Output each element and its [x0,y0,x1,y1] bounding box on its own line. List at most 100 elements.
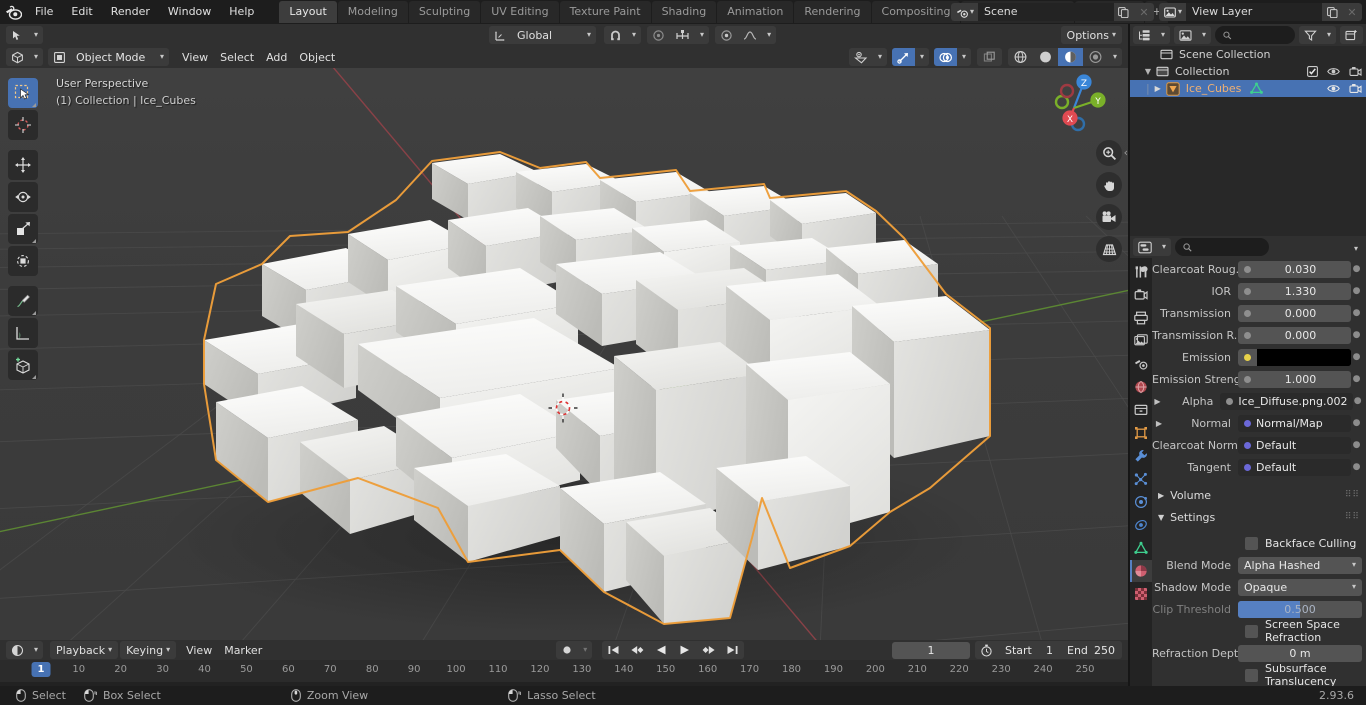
snap-chevron-down-icon[interactable]: ▾ [627,26,641,44]
workspace-tab-texture-paint[interactable]: Texture Paint [559,1,651,23]
tangent-link-field[interactable]: Default [1238,458,1351,476]
setting-row-refraction-depth[interactable]: Refraction Depth 0 m [1152,642,1366,664]
snap-increment-icon[interactable] [670,26,695,44]
outliner-search-input[interactable] [1215,26,1295,44]
rendered-shading-icon[interactable] [1083,48,1108,66]
property-value[interactable]: Default [1256,461,1345,474]
menu-render[interactable]: Render [102,3,159,21]
texture-tab[interactable] [1130,583,1152,605]
animate-property-icon[interactable]: ● [1351,462,1362,472]
pan-view-button[interactable] [1096,172,1122,198]
viewport-menu-view[interactable]: View [176,48,214,66]
mesh-data-icon[interactable] [1250,82,1264,95]
xray-icon[interactable] [976,48,1002,66]
duplicate-icon[interactable] [1322,3,1342,21]
outliner-filter-chevron-down-icon[interactable]: ▾ [1322,26,1336,44]
panel-header-volume[interactable]: ▶ Volume ⠿⠿ [1152,484,1366,506]
camera-icon[interactable] [1349,66,1362,77]
viewport-menu-select[interactable]: Select [214,48,260,66]
transport-controls[interactable] [602,641,745,659]
property-value[interactable]: Default [1256,439,1345,452]
menu-help[interactable]: Help [220,3,263,21]
tool-tab[interactable] [1130,261,1152,283]
shading-chevron-down-icon[interactable]: ▾ [1108,48,1122,66]
workspace-tab-shading[interactable]: Shading [651,1,717,23]
render-tab[interactable] [1130,284,1152,306]
world-tab[interactable] [1130,376,1152,398]
setting-row-clip-threshold[interactable]: Clip Threshold 0.500 [1152,598,1366,620]
play-reverse-button[interactable] [650,641,673,659]
particles-tab[interactable] [1130,468,1152,490]
property-row-alpha[interactable]: ▶ Alpha Ice_Diffuse.png.002 ● [1152,390,1366,412]
menu-file[interactable]: File [26,3,62,21]
property-value-field[interactable]: 0.030 [1238,260,1351,278]
modifier-tab[interactable] [1130,445,1152,467]
setting-row-blend-mode[interactable]: Blend Mode Alpha Hashed ▾ [1152,554,1366,576]
cursor-tool[interactable] [8,110,38,140]
end-frame-value[interactable]: 250 [1094,644,1115,657]
clip-threshold-slider[interactable]: 0.500 [1238,600,1362,618]
gizmo-chevron-down-icon[interactable]: ▾ [915,48,929,66]
transform-orientation-dropdown[interactable]: Global ▾ [489,26,597,44]
toggle-perspective-button[interactable] [1096,236,1122,262]
property-value[interactable]: Normal/Map [1256,417,1345,430]
outliner-row-collection[interactable]: ▼ Collection [1130,63,1366,80]
disclosure-triangle-down-icon[interactable]: ▼ [1130,67,1156,76]
disclosure-triangle-right-icon[interactable]: ▶ [1150,84,1166,93]
overlays-icon[interactable] [933,48,957,66]
jump-to-prev-keyframe-button[interactable] [625,641,650,659]
setting-row-shadow-mode[interactable]: Shadow Mode Opaque ▾ [1152,576,1366,598]
panel-grip-icon[interactable]: ⠿⠿ [1345,512,1360,521]
overlays-group[interactable]: ▾ [933,48,971,66]
scene-icon[interactable]: ▾ [950,3,978,21]
tool-chevron-down-icon[interactable]: ▾ [29,26,43,44]
auto-keying-group[interactable]: ▾ [556,641,593,659]
timeline-menu-marker[interactable]: Marker [218,641,268,659]
panel-grip-icon[interactable]: ⠿⠿ [1345,490,1360,499]
outliner-row-ice-cubes[interactable]: | ▶ Ice_Cubes [1130,80,1366,97]
duplicate-icon[interactable] [1113,3,1134,21]
properties-content[interactable]: Clearcoat 0.000 ● Clearcoat Roug... 0.03… [1152,258,1366,686]
collection-tab[interactable] [1130,399,1152,421]
properties-search-field[interactable] [1197,240,1261,254]
output-tab[interactable] [1130,307,1152,329]
animate-property-icon[interactable]: ● [1351,264,1362,274]
checkbox-icon[interactable] [1307,66,1318,77]
move-tool[interactable] [8,150,38,180]
viewport-menu-object[interactable]: Object [293,48,341,66]
subsurface-translucency-checkbox[interactable] [1245,668,1258,682]
record-dot-icon[interactable] [556,641,578,659]
properties-options-chevron-down-icon[interactable]: ▾ [1354,241,1363,254]
viewport-menu-add[interactable]: Add [260,48,293,66]
id-type-icon[interactable] [1174,26,1197,44]
shading-mode-group[interactable]: ▾ [1007,48,1122,66]
property-row-emission[interactable]: Emission ● [1152,346,1366,368]
editor-type-dropdown[interactable]: ▾ [6,48,44,66]
refraction-depth-field[interactable]: 0 m [1238,644,1362,662]
material-preview-shading-icon[interactable] [1057,48,1083,66]
property-value[interactable]: 0.030 [1256,263,1345,276]
property-row-normal[interactable]: ▶ Normal Normal/Map ● [1152,412,1366,434]
refraction-depth-value[interactable]: 0 m [1244,647,1356,660]
outliner-filter-id-dropdown[interactable]: ▾ [1174,26,1212,44]
active-tool-icon[interactable] [6,26,29,44]
property-value[interactable]: 0.000 [1256,329,1345,342]
outliner-display-chevron-down-icon[interactable]: ▾ [1156,26,1170,44]
object-data-tab[interactable] [1130,537,1152,559]
property-row-tangent[interactable]: Tangent Default ● [1152,456,1366,478]
solid-shading-icon[interactable] [1033,48,1058,66]
mode-label[interactable]: Object Mode [71,48,155,66]
proportional-icon[interactable] [647,26,670,44]
view-layer-name-field[interactable]: View Layer [1186,3,1322,21]
transform-tool[interactable] [8,246,38,276]
panel-collapse-triangle-right-icon[interactable]: ▶ [1158,491,1164,500]
jump-to-start-button[interactable] [602,641,625,659]
stopwatch-icon[interactable] [975,641,998,659]
property-value-field[interactable]: 0.000 [1238,326,1351,344]
object-tab[interactable] [1130,422,1152,444]
timeline-editor-icon[interactable] [6,641,29,659]
color-swatch[interactable] [1257,348,1351,366]
outliner-search-field[interactable] [1236,28,1287,42]
editor-type-chevron-down-icon[interactable]: ▾ [29,48,43,66]
camera-view-button[interactable] [1096,204,1122,230]
